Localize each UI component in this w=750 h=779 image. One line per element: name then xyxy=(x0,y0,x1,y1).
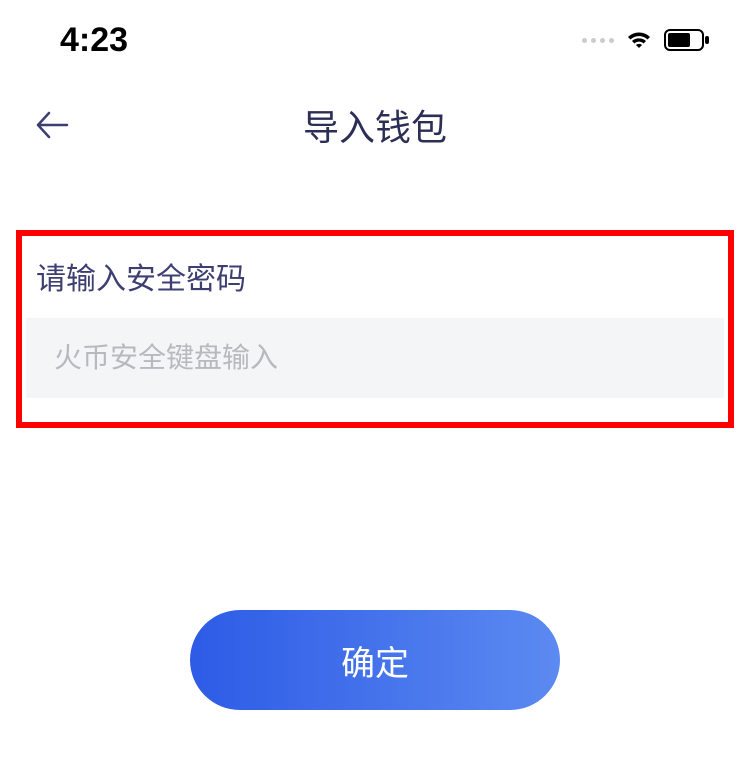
page-title: 导入钱包 xyxy=(30,99,720,151)
signal-dots-icon xyxy=(582,38,614,43)
wifi-icon xyxy=(624,29,654,51)
password-label: 请输入安全密码 xyxy=(22,254,728,318)
status-time: 4:23 xyxy=(60,21,128,60)
arrow-left-icon xyxy=(35,110,69,140)
password-input-wrapper xyxy=(26,318,724,398)
back-button[interactable] xyxy=(30,103,74,147)
nav-bar: 导入钱包 xyxy=(0,80,750,170)
password-section-highlight: 请输入安全密码 xyxy=(16,230,734,428)
status-bar: 4:23 xyxy=(0,0,750,80)
confirm-button-label: 确定 xyxy=(341,636,409,685)
battery-icon xyxy=(664,29,710,51)
password-input[interactable] xyxy=(54,342,696,374)
confirm-button[interactable]: 确定 xyxy=(190,610,560,710)
status-indicators xyxy=(582,29,710,51)
